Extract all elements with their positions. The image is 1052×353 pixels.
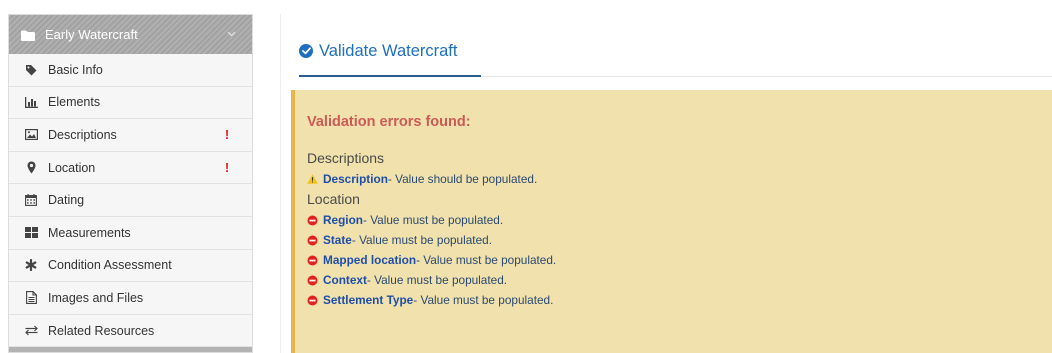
minus-circle-icon <box>307 275 318 286</box>
minus-circle-icon <box>307 295 318 306</box>
asterisk-icon <box>24 258 38 272</box>
validation-field-link[interactable]: Description <box>323 172 388 186</box>
sidebar-item-dating[interactable]: Dating <box>9 184 252 217</box>
validation-row: Region - Value must be populated. <box>307 210 1052 230</box>
sidebar-item-label: Measurements <box>48 225 131 240</box>
calendar-icon <box>24 193 38 207</box>
sidebar-item-measurements[interactable]: Measurements <box>9 216 252 250</box>
validation-row: Description - Value should be populated. <box>307 169 1052 189</box>
validation-row: Context - Value must be populated. <box>307 270 1052 290</box>
sidebar-item-label: Location <box>48 160 96 175</box>
validation-field-link[interactable]: State <box>323 233 352 247</box>
validation-message: - Value must be populated. <box>416 253 557 267</box>
image-icon <box>24 128 38 142</box>
sidebar-item-label: Dating <box>48 193 85 208</box>
grid-icon <box>24 226 38 240</box>
validation-row: Settlement Type - Value must be populate… <box>307 290 1052 310</box>
sidebar-item-related-resources[interactable]: Related Resources <box>9 314 252 348</box>
minus-circle-icon <box>307 235 318 246</box>
chevron-down-icon[interactable] <box>227 29 236 40</box>
sidebar-item-label: Images and Files <box>48 290 144 305</box>
check-circle-icon <box>299 44 313 58</box>
minus-circle-icon <box>307 215 318 226</box>
alert-heading: Validation errors found: <box>307 114 471 130</box>
exchange-icon <box>24 324 38 338</box>
sidebar-item-label: Elements <box>48 95 101 110</box>
minus-circle-icon <box>307 255 318 266</box>
sidebar-item-label: Related Resources <box>48 323 155 338</box>
file-icon <box>24 291 38 305</box>
validation-group-title: Location <box>307 191 360 207</box>
validation-alert: Validation errors found: Descriptions De… <box>291 90 1052 353</box>
warning-icon <box>307 173 318 185</box>
sidebar-item-label: Condition Assessment <box>48 258 172 273</box>
validation-message: - Value must be populated. <box>351 233 492 247</box>
sidebar-footer <box>9 347 252 352</box>
title-underline <box>299 75 481 77</box>
sidebar: Early Watercraft Basic Info Elements Des… <box>8 14 253 353</box>
validation-row: State - Value must be populated. <box>307 230 1052 250</box>
validation-field-link[interactable]: Mapped location <box>323 253 416 267</box>
sidebar-item-condition-assessment[interactable]: Condition Assessment <box>9 249 252 283</box>
tag-icon <box>24 63 38 77</box>
validation-row: Mapped location - Value must be populate… <box>307 250 1052 270</box>
sidebar-item-label: Descriptions <box>48 127 117 142</box>
sidebar-item-images-and-files[interactable]: Images and Files <box>9 282 252 315</box>
sidebar-item-descriptions[interactable]: Descriptions ! <box>9 119 252 152</box>
validation-field-link[interactable]: Settlement Type <box>323 293 413 307</box>
main-panel: Validate Watercraft Validation errors fo… <box>280 14 1052 353</box>
sidebar-item-location[interactable]: Location ! <box>9 151 252 185</box>
sidebar-item-label: Basic Info <box>48 62 103 77</box>
validation-message: - Value must be populated. <box>413 293 554 307</box>
page-header: Validate Watercraft <box>299 36 457 66</box>
validation-message: - Value must be populated. <box>362 213 504 227</box>
bar-chart-icon <box>24 95 38 109</box>
error-indicator: ! <box>224 160 230 176</box>
validation-group-title: Descriptions <box>307 150 385 166</box>
sidebar-group-title: Early Watercraft <box>45 27 138 42</box>
sidebar-item-elements[interactable]: Elements <box>9 86 252 120</box>
validation-message: - Value should be populated. <box>387 172 538 186</box>
validation-field-link[interactable]: Context <box>323 273 367 287</box>
validation-field-link[interactable]: Region <box>323 213 363 227</box>
folder-icon <box>21 29 35 41</box>
error-indicator: ! <box>224 127 230 143</box>
sidebar-group-header[interactable]: Early Watercraft <box>9 15 252 54</box>
sidebar-item-basic-info[interactable]: Basic Info <box>9 54 252 87</box>
validation-message: - Value must be populated. <box>366 273 508 287</box>
map-marker-icon <box>24 161 38 175</box>
page-title: Validate Watercraft <box>319 41 458 60</box>
